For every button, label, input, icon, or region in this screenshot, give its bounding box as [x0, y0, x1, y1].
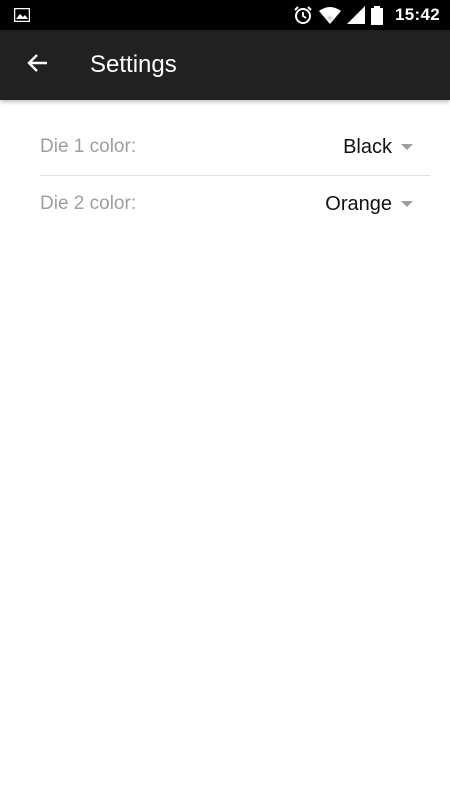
die-1-color-label: Die 1 color:: [40, 136, 137, 157]
alarm-icon: [293, 5, 313, 25]
page-title: Settings: [90, 51, 177, 78]
signal-icon: [347, 6, 366, 24]
die-2-color-dropdown[interactable]: Orange: [325, 193, 430, 216]
setting-row-die-2: Die 2 color: Orange: [40, 176, 430, 232]
battery-icon: [371, 5, 384, 25]
die-2-color-value: Orange: [325, 192, 392, 215]
die-2-color-label: Die 2 color:: [40, 193, 137, 214]
die-1-color-dropdown[interactable]: Black: [343, 136, 430, 159]
app-bar: Settings: [0, 30, 450, 100]
dropdown-arrow-icon: [401, 144, 413, 150]
image-icon: [13, 7, 31, 23]
die-1-color-value: Black: [343, 135, 392, 158]
setting-row-die-1: Die 1 color: Black: [40, 119, 430, 175]
settings-list: Die 1 color: Black Die 2 color: Orange: [0, 100, 450, 232]
arrow-left-icon: [26, 51, 50, 80]
wifi-icon: [319, 6, 342, 24]
dropdown-arrow-icon: [401, 201, 413, 207]
status-time: 15:42: [395, 5, 440, 24]
back-button[interactable]: [20, 47, 56, 83]
status-bar: 15:42: [0, 0, 450, 30]
